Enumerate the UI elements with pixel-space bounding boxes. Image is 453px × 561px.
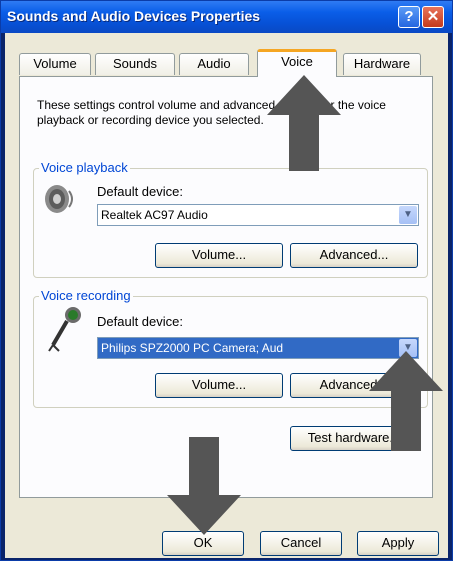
tab-hardware[interactable]: Hardware [343,53,421,75]
arrow-down-to-ok-icon [167,437,241,535]
playback-volume-button[interactable]: Volume... [155,243,283,268]
speaker-icon [45,185,73,213]
title-bar[interactable]: Sounds and Audio Devices Properties ? ✕ [1,1,452,33]
tab-volume[interactable]: Volume [19,53,91,75]
microphone-icon [48,307,81,352]
properties-window: Sounds and Audio Devices Properties ? ✕ … [0,0,453,561]
voice-playback-title: Voice playback [39,160,130,175]
recording-device-label: Default device: [97,314,183,329]
recording-device-value: Philips SPZ2000 PC Camera; Aud [101,341,284,355]
playback-device-label: Default device: [97,184,183,199]
arrow-up-to-voice-tab-icon [267,75,341,171]
apply-button[interactable]: Apply [357,531,439,556]
tab-sounds[interactable]: Sounds [95,53,175,75]
playback-device-value: Realtek AC97 Audio [101,208,208,222]
playback-advanced-button[interactable]: Advanced... [290,243,418,268]
close-button[interactable]: ✕ [422,6,444,28]
playback-device-select[interactable]: Realtek AC97 Audio ▼ [97,204,419,226]
arrow-up-to-dropdown-icon [369,351,443,451]
cancel-button[interactable]: Cancel [260,531,342,556]
tab-audio[interactable]: Audio [179,53,249,75]
voice-recording-title: Voice recording [39,288,133,303]
recording-volume-button[interactable]: Volume... [155,373,283,398]
tab-voice[interactable]: Voice [257,49,337,77]
description-text: These settings control volume and advanc… [37,98,386,127]
help-button[interactable]: ? [398,6,420,28]
window-title: Sounds and Audio Devices Properties [7,8,261,24]
chevron-down-icon[interactable]: ▼ [399,206,417,224]
